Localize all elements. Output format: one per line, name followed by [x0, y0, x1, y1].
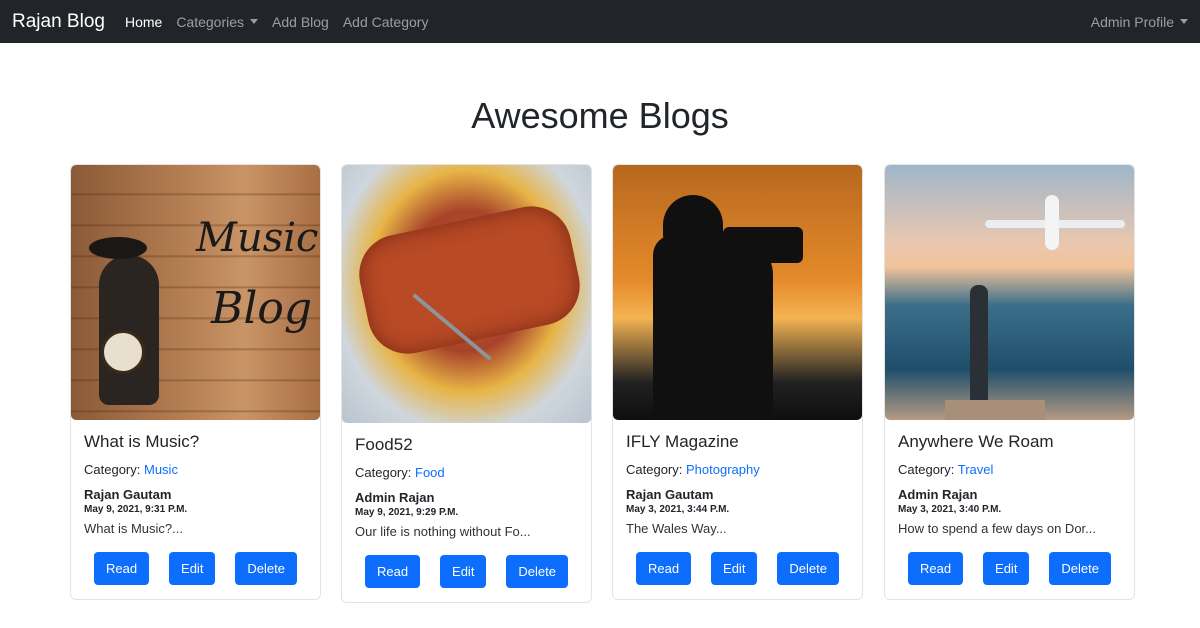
delete-button[interactable]: Delete [235, 552, 297, 585]
plane-body [1045, 195, 1059, 250]
brand-logo[interactable]: Rajan Blog [12, 11, 105, 33]
edit-button[interactable]: Edit [983, 552, 1030, 585]
card-body: Food52 Category: Food Admin Rajan May 9,… [342, 423, 591, 602]
blog-card: Anywhere We Roam Category: Travel Admin … [884, 164, 1135, 600]
admin-profile-dropdown[interactable]: Admin Profile [1091, 14, 1188, 30]
card-date: May 3, 2021, 3:40 P.M. [898, 504, 1002, 515]
card-date: May 9, 2021, 9:31 P.M. [84, 504, 188, 515]
card-author: Admin Rajan [898, 487, 978, 502]
banjo-shape [101, 330, 145, 374]
blog-image-travel [885, 165, 1134, 420]
category-link[interactable]: Music [144, 462, 178, 477]
card-category: Category: Photography [626, 462, 849, 477]
blog-image-food [342, 165, 591, 423]
card-actions: Read Edit Delete [898, 552, 1121, 585]
person-shape [970, 285, 988, 415]
card-title: What is Music? [84, 432, 200, 451]
card-title: Food52 [355, 435, 413, 454]
card-body: What is Music? Category: Music Rajan Gau… [71, 420, 320, 599]
nav-add-blog[interactable]: Add Blog [272, 14, 329, 30]
category-link[interactable]: Travel [958, 462, 994, 477]
pier-shape [945, 400, 1045, 420]
caret-down-icon [1180, 19, 1188, 24]
edit-button[interactable]: Edit [711, 552, 758, 585]
read-button[interactable]: Read [635, 552, 692, 585]
category-link[interactable]: Photography [686, 462, 760, 477]
card-category: Category: Food [355, 465, 578, 480]
read-button[interactable]: Read [93, 552, 150, 585]
card-date: May 9, 2021, 9:29 P.M. [355, 507, 459, 518]
blog-card: IFLY Magazine Category: Photography Raja… [612, 164, 863, 600]
image-text-blog: Blog [211, 283, 313, 334]
card-excerpt: What is Music?... [84, 521, 183, 536]
card-author: Rajan Gautam [84, 487, 172, 502]
image-text-music: Music [196, 215, 319, 261]
card-author: Rajan Gautam [626, 487, 714, 502]
blog-image-photography [613, 165, 862, 420]
nav-add-category[interactable]: Add Category [343, 14, 429, 30]
blog-card: Food52 Category: Food Admin Rajan May 9,… [341, 164, 592, 603]
card-date: May 3, 2021, 3:44 P.M. [626, 504, 730, 515]
edit-button[interactable]: Edit [440, 555, 487, 588]
card-body: Anywhere We Roam Category: Travel Admin … [885, 420, 1134, 599]
blog-card: Music Blog What is Music? Category: Musi… [70, 164, 321, 600]
body-shape [653, 235, 773, 420]
card-excerpt: Our life is nothing without Fo... [355, 524, 531, 539]
read-button[interactable]: Read [907, 552, 964, 585]
read-button[interactable]: Read [364, 555, 421, 588]
caret-down-icon [250, 19, 259, 24]
card-title: Anywhere We Roam [898, 432, 1054, 451]
admin-profile-label: Admin Profile [1090, 13, 1174, 30]
category-label: Category: [898, 462, 955, 477]
card-actions: Read Edit Delete [626, 552, 849, 585]
top-navbar: Rajan Blog Home Categories Add Blog Add … [0, 0, 1200, 43]
card-actions: Read Edit Delete [355, 555, 578, 588]
nav-home[interactable]: Home [125, 14, 162, 30]
delete-button[interactable]: Delete [777, 552, 839, 585]
card-title: IFLY Magazine [626, 432, 739, 451]
nav-categories-dropdown[interactable]: Categories [176, 13, 259, 30]
card-body: IFLY Magazine Category: Photography Raja… [613, 420, 862, 599]
category-label: Category: [355, 465, 412, 480]
blog-image-music: Music Blog [71, 165, 320, 420]
card-excerpt: The Wales Way... [626, 521, 727, 536]
category-label: Category: [626, 462, 683, 477]
delete-button[interactable]: Delete [506, 555, 568, 588]
salmon-shape [351, 198, 588, 362]
card-category: Category: Music [84, 462, 307, 477]
edit-button[interactable]: Edit [169, 552, 216, 585]
card-category: Category: Travel [898, 462, 1121, 477]
hat-shape [89, 237, 147, 259]
card-excerpt: How to spend a few days on Dor... [898, 521, 1096, 536]
card-actions: Read Edit Delete [84, 552, 307, 585]
category-link[interactable]: Food [415, 465, 445, 480]
nav-categories-label: Categories [176, 13, 245, 30]
delete-button[interactable]: Delete [1049, 552, 1111, 585]
page-heading: Awesome Blogs [471, 95, 729, 136]
card-author: Admin Rajan [355, 490, 435, 505]
category-label: Category: [84, 462, 141, 477]
